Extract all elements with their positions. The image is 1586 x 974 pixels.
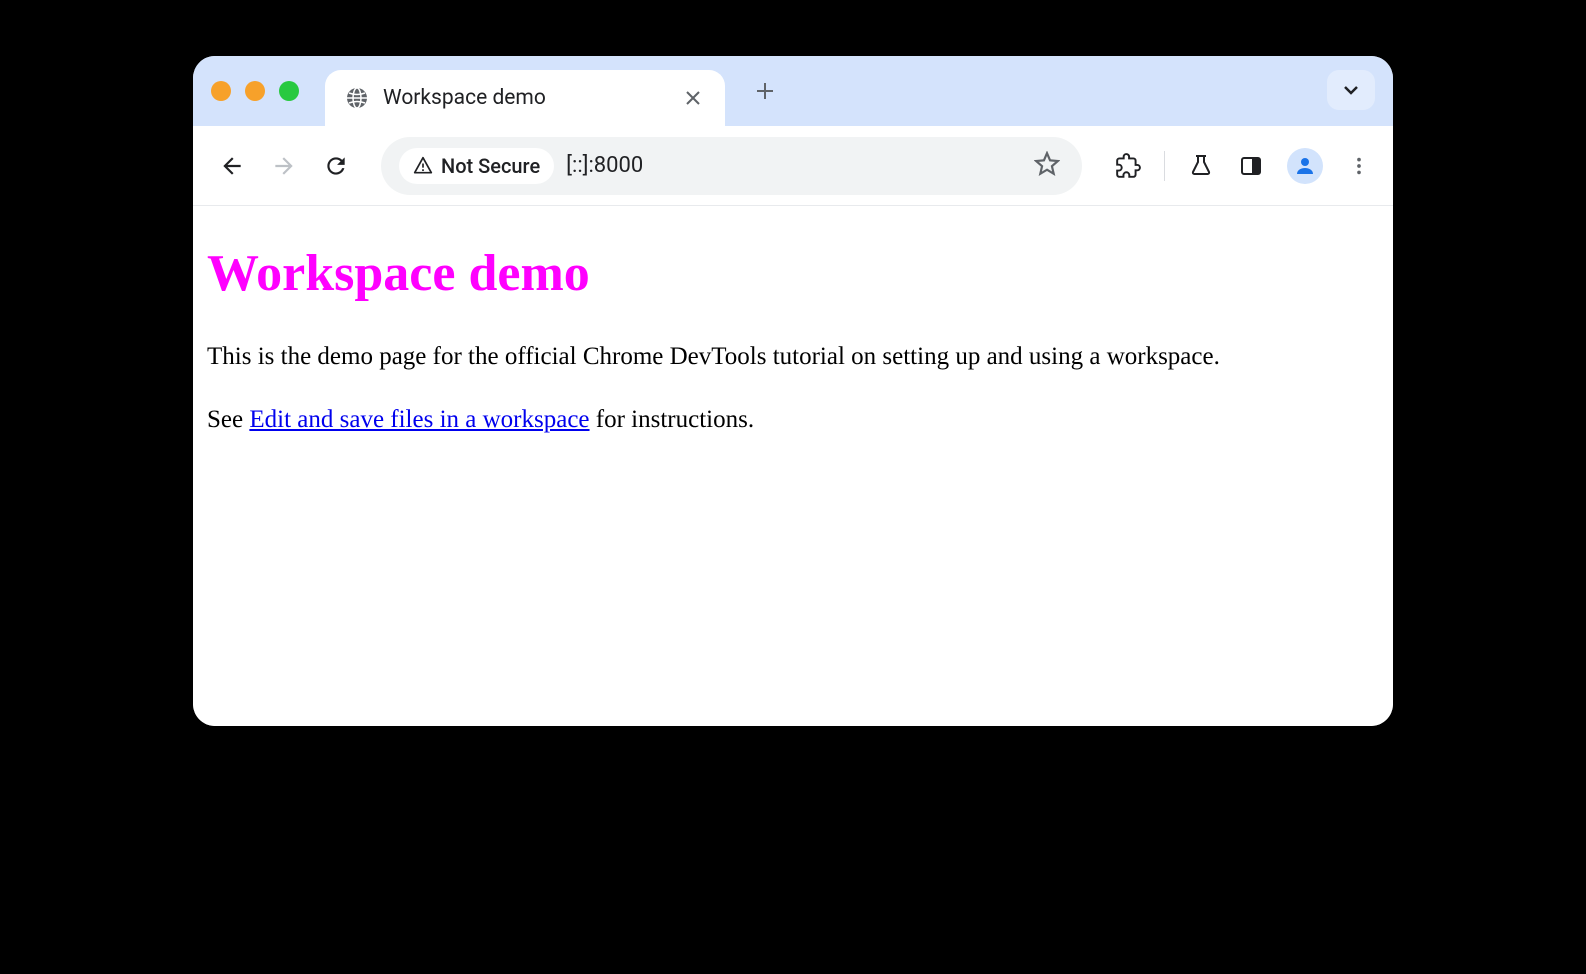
extensions-button[interactable] [1114, 152, 1142, 180]
page-paragraph-1: This is the demo page for the official C… [207, 339, 1379, 374]
window-controls [211, 81, 299, 101]
side-panel-button[interactable] [1237, 152, 1265, 180]
forward-button[interactable] [265, 147, 303, 185]
browser-tab[interactable]: Workspace demo [325, 70, 725, 126]
window-close-button[interactable] [211, 81, 231, 101]
security-indicator[interactable]: Not Secure [399, 148, 554, 184]
instructions-link[interactable]: Edit and save files in a workspace [249, 406, 589, 433]
window-maximize-button[interactable] [279, 81, 299, 101]
profile-button[interactable] [1287, 148, 1323, 184]
page-content: Workspace demo This is the demo page for… [193, 206, 1393, 726]
page-paragraph-2: See Edit and save files in a workspace f… [207, 402, 1379, 437]
reload-button[interactable] [317, 147, 355, 185]
url-text: [::]:8000 [566, 153, 1022, 178]
labs-button[interactable] [1187, 152, 1215, 180]
window-minimize-button[interactable] [245, 81, 265, 101]
paragraph2-prefix: See [207, 406, 249, 433]
tab-bar: Workspace demo [193, 56, 1393, 126]
security-label: Not Secure [441, 154, 540, 178]
globe-icon [345, 86, 369, 110]
address-bar[interactable]: Not Secure [::]:8000 [381, 137, 1082, 195]
toolbar-actions [1114, 148, 1373, 184]
menu-button[interactable] [1345, 152, 1373, 180]
back-button[interactable] [213, 147, 251, 185]
page-heading: Workspace demo [207, 244, 1379, 303]
warning-icon [413, 156, 433, 176]
toolbar-divider [1164, 151, 1165, 181]
new-tab-button[interactable] [745, 71, 785, 111]
tab-title: Workspace demo [383, 86, 667, 110]
browser-window: Workspace demo Not Secure [193, 56, 1393, 726]
browser-toolbar: Not Secure [::]:8000 [193, 126, 1393, 206]
bookmark-button[interactable] [1034, 151, 1064, 181]
tab-close-button[interactable] [681, 86, 705, 110]
tab-search-dropdown[interactable] [1327, 70, 1375, 110]
paragraph2-suffix: for instructions. [590, 406, 755, 433]
